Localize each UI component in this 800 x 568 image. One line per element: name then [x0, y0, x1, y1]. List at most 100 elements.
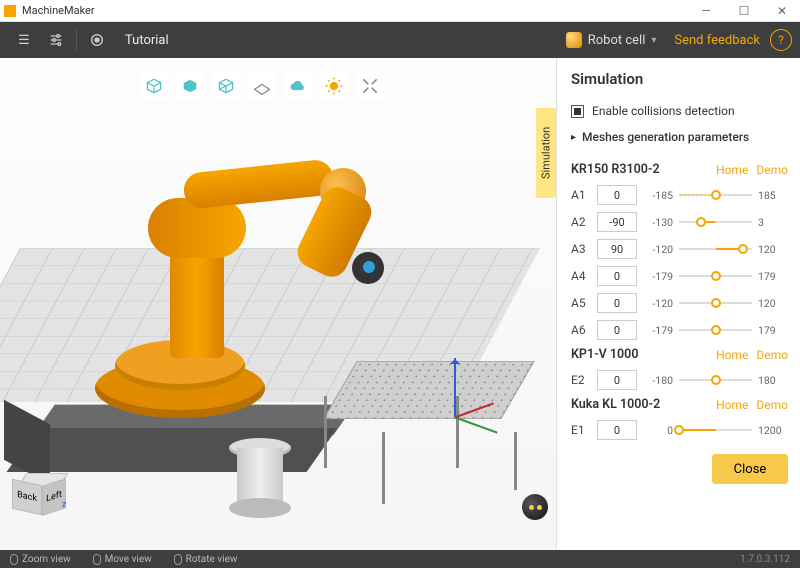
window-titlebar: MachineMaker — ☐ ✕ [0, 0, 800, 22]
axis-row: A1-185185 [571, 185, 788, 205]
axis-value-input[interactable] [597, 239, 637, 259]
mini-axis-label: z [62, 500, 66, 510]
positioner-pedestal [225, 438, 295, 518]
view-cube-side[interactable]: Left [42, 478, 66, 516]
axis-label: A6 [571, 323, 591, 337]
axis-value-input[interactable] [597, 420, 637, 440]
demo-link[interactable]: Demo [756, 348, 788, 362]
axis-slider[interactable] [679, 215, 752, 229]
mouse-icon [174, 554, 182, 565]
axis-group-name: KR150 R3100-2 [571, 162, 708, 177]
wireframe-cube-button[interactable] [140, 72, 168, 100]
axis-min: -130 [643, 216, 673, 229]
app-title: MachineMaker [22, 4, 95, 17]
axis-min: -120 [643, 297, 673, 310]
axis-slider[interactable] [679, 373, 752, 387]
mouse-icon [10, 554, 18, 565]
expand-arrows-button[interactable] [356, 72, 384, 100]
axis-slider[interactable] [679, 188, 752, 202]
robot-icon [566, 32, 582, 48]
meshes-params-toggle[interactable]: ▸ Meshes generation parameters [571, 130, 788, 144]
window-close-button[interactable]: ✕ [768, 4, 796, 18]
app-logo-icon [4, 5, 16, 17]
robot-arm [130, 138, 380, 368]
axis-value-input[interactable] [597, 212, 637, 232]
axis-min: -179 [643, 324, 673, 337]
work-table [320, 346, 520, 476]
axis-max: 1200 [758, 424, 788, 437]
axis-label: A1 [571, 188, 591, 202]
axis-row: A4 -179 179 [571, 266, 788, 286]
axis-label: A4 [571, 269, 591, 283]
axis-max: 120 [758, 297, 788, 310]
viewport-toolbar [140, 72, 384, 100]
meshes-params-label: Meshes generation parameters [582, 130, 749, 144]
home-link[interactable]: Home [716, 398, 748, 412]
send-feedback-link[interactable]: Send feedback [674, 33, 760, 48]
rotate-view-hint: Rotate view [174, 554, 238, 565]
axis-label: E2 [571, 373, 591, 387]
enable-collisions-checkbox[interactable]: Enable collisions detection [571, 104, 788, 118]
axis-max: 185 [758, 189, 788, 202]
simulation-tab[interactable]: Simulation [536, 108, 556, 198]
close-button[interactable]: Close [712, 454, 788, 484]
axis-slider[interactable] [679, 269, 752, 283]
axis-slider[interactable] [679, 323, 752, 337]
axis-label: A3 [571, 242, 591, 256]
move-view-hint: Move view [93, 554, 152, 565]
axis-slider[interactable] [679, 296, 752, 310]
axis-max: 3 [758, 216, 788, 229]
demo-link[interactable]: Demo [756, 163, 788, 177]
axis-slider[interactable] [679, 423, 752, 437]
transparent-cube-button[interactable] [212, 72, 240, 100]
axis-row: A6 -179 179 [571, 320, 788, 340]
robot-cell-label: Robot cell [588, 33, 646, 48]
axis-group-name: KP1-V 1000 [571, 347, 708, 362]
solid-cube-button[interactable] [176, 72, 204, 100]
view-cube[interactable]: Back Left [12, 470, 68, 520]
help-button[interactable]: ? [770, 29, 792, 51]
axis-max: 179 [758, 324, 788, 337]
axis-min: 0 [643, 424, 673, 437]
demo-link[interactable]: Demo [756, 398, 788, 412]
menu-button[interactable]: ☰ [8, 26, 40, 54]
settings-sliders-button[interactable] [40, 26, 72, 54]
enable-collisions-label: Enable collisions detection [592, 104, 735, 118]
axis-min: -179 [643, 270, 673, 283]
axis-slider[interactable] [679, 242, 752, 256]
checkbox-icon [571, 105, 584, 118]
axis-row: A3-120120 [571, 239, 788, 259]
camera-orbit-widget[interactable] [522, 494, 548, 520]
axis-label: A5 [571, 296, 591, 310]
main-toolbar: ☰ Tutorial Robot cell ▾ Send feedback ? [0, 22, 800, 58]
axis-value-input[interactable] [597, 266, 637, 286]
zoom-view-hint: Zoom view [10, 554, 71, 565]
window-minimize-button[interactable]: — [692, 4, 720, 18]
axis-label: A2 [571, 215, 591, 229]
version-label: 1.7.0.3.112 [740, 554, 790, 565]
home-link[interactable]: Home [716, 163, 748, 177]
cloud-button[interactable] [284, 72, 312, 100]
axis-value-input[interactable] [597, 320, 637, 340]
view-cube-front[interactable]: Back [12, 479, 42, 515]
3d-viewport[interactable]: Simulation Back Left z [0, 58, 556, 550]
axis-min: -120 [643, 243, 673, 256]
axis-value-input[interactable] [597, 185, 637, 205]
window-maximize-button[interactable]: ☐ [730, 4, 758, 18]
robot-cell-dropdown[interactable]: Robot cell ▾ [558, 28, 665, 52]
axis-min: -180 [643, 374, 673, 387]
home-link[interactable]: Home [716, 348, 748, 362]
sun-light-button[interactable] [320, 72, 348, 100]
axis-value-input[interactable] [597, 370, 637, 390]
mouse-icon [93, 554, 101, 565]
status-bar: Zoom view Move view Rotate view 1.7.0.3.… [0, 550, 800, 568]
axis-max: 179 [758, 270, 788, 283]
plane-button[interactable] [248, 72, 276, 100]
axis-row: E101200 [571, 420, 788, 440]
axis-value-input[interactable] [597, 293, 637, 313]
caret-right-icon: ▸ [571, 132, 576, 143]
axis-row: E2-180180 [571, 370, 788, 390]
target-record-button[interactable] [81, 26, 113, 54]
axis-group-name: Kuka KL 1000-2 [571, 397, 708, 412]
axis-row: A2 -130 3 [571, 212, 788, 232]
